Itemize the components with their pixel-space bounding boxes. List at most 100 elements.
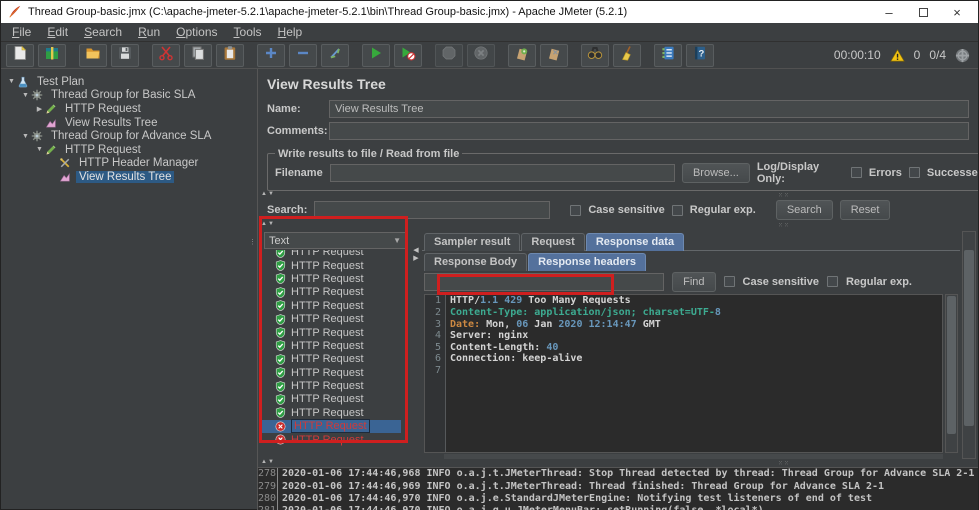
errors-checkbox[interactable] xyxy=(850,167,862,179)
response-line-text: Server: nginx xyxy=(450,330,529,342)
comments-input[interactable] xyxy=(329,122,969,141)
start-button[interactable] xyxy=(362,43,390,67)
search-button[interactable]: Search xyxy=(775,200,833,221)
jmeter-window: Thread Group-basic.jmx (C:\apache-jmeter… xyxy=(0,0,979,510)
result-item-label: HTTP Request xyxy=(291,339,364,352)
splitter-upper[interactable]: ▲▼ ⁙⁙ xyxy=(258,191,978,199)
search-button[interactable] xyxy=(581,43,609,67)
tab-request[interactable]: Request xyxy=(521,233,585,252)
result-item-success[interactable]: HTTP Request xyxy=(261,406,410,419)
name-input[interactable] xyxy=(329,100,969,119)
help-button[interactable]: ? xyxy=(686,43,714,67)
menu-item-options[interactable]: Options xyxy=(168,24,225,40)
subtab-response-body[interactable]: Response Body xyxy=(424,253,528,272)
minimize-button[interactable]: – xyxy=(872,2,906,22)
copy-button[interactable] xyxy=(184,43,212,67)
log-viewer[interactable]: 278 2020-01-06 17:44:46,968 INFO o.a.j.t.… xyxy=(258,467,978,510)
successes-checkbox[interactable] xyxy=(908,167,920,179)
menu-item-search[interactable]: Search xyxy=(76,24,130,40)
tree-item-thread-group-for-basic-sla[interactable]: ▼ Thread Group for Basic SLA xyxy=(1,89,247,103)
find-regular-exp-label: Regular exp. xyxy=(845,275,912,288)
result-item-error[interactable]: HTTP Request xyxy=(261,419,401,434)
expander-expanded-icon[interactable]: ▼ xyxy=(34,146,45,153)
splitter-collapse-icons[interactable]: ▲▼ xyxy=(261,191,275,197)
line-number: 6 xyxy=(434,353,441,365)
start-no-pauses-button[interactable] xyxy=(394,43,422,67)
log-line-text: 2020-01-06 17:44:46,969 INFO o.a.j.t.JMe… xyxy=(282,480,885,492)
result-item-success[interactable]: HTTP Request xyxy=(261,286,410,299)
scrollbar-thumb[interactable] xyxy=(947,296,956,435)
tree-item-view-results-tree[interactable]: View Results Tree xyxy=(1,170,247,184)
find-regular-exp-checkbox[interactable] xyxy=(826,276,838,288)
remote-start-all-button[interactable] xyxy=(508,43,536,67)
expander-expanded-icon[interactable]: ▼ xyxy=(20,133,31,140)
function-helper-button[interactable] xyxy=(654,43,682,67)
search-input[interactable] xyxy=(314,201,551,220)
tree-item-view-results-tree[interactable]: View Results Tree xyxy=(1,116,247,130)
result-item-success[interactable]: HTTP Request xyxy=(261,326,410,339)
reset-button[interactable]: Reset xyxy=(839,200,891,221)
paste-button[interactable] xyxy=(216,43,244,67)
expand-all-button[interactable] xyxy=(257,43,285,67)
view-mode-selector[interactable]: Text ▼ xyxy=(264,232,406,250)
tree-item-test-plan[interactable]: ▼ Test Plan xyxy=(1,75,247,89)
collapse-all-button[interactable] xyxy=(289,43,317,67)
tab-response-data[interactable]: Response data xyxy=(585,233,685,252)
splitter-collapse-icons[interactable]: ▲▼ xyxy=(261,221,275,227)
splitter-lower[interactable]: ▲▼ ⁙⁙ xyxy=(258,459,978,467)
tree-item-http-header-manager[interactable]: HTTP Header Manager xyxy=(1,157,247,171)
tree-item-http-request[interactable]: ▶ HTTP Request xyxy=(1,102,247,116)
result-item-success[interactable]: HTTP Request xyxy=(261,366,410,379)
find-case-sensitive-checkbox[interactable] xyxy=(723,276,735,288)
response-headers-editor[interactable]: 1 HTTP/1.1 429 Too Many Requests 2 Content-… xyxy=(424,294,943,454)
remote-shutdown-all-button[interactable] xyxy=(540,43,568,67)
result-item-success[interactable]: HTTP Request xyxy=(261,250,410,258)
warning-icon[interactable] xyxy=(889,48,905,63)
scrollbar-thumb[interactable] xyxy=(964,250,974,427)
shutdown-button[interactable] xyxy=(467,43,495,67)
splitter-middle[interactable]: ▲▼ ⁙⁙ xyxy=(258,221,978,229)
save-file-button[interactable] xyxy=(111,43,139,67)
menu-item-tools[interactable]: Tools xyxy=(226,24,270,40)
tree-item-thread-group-for-advance-sla[interactable]: ▼ Thread Group for Advance SLA xyxy=(1,129,247,143)
result-item-error[interactable]: HTTP Request xyxy=(261,433,410,446)
result-item-success[interactable]: HTTP Request xyxy=(261,353,410,366)
cut-button[interactable] xyxy=(152,43,180,67)
templates-button[interactable] xyxy=(38,43,66,67)
tree-item-http-request[interactable]: ▼ HTTP Request xyxy=(1,143,247,157)
panel-vertical-scrollbar[interactable] xyxy=(962,231,976,460)
menu-item-edit[interactable]: Edit xyxy=(39,24,76,40)
find-button[interactable]: Find xyxy=(672,271,716,292)
subtab-response-headers[interactable]: Response headers xyxy=(528,253,646,272)
close-button[interactable]: × xyxy=(940,2,974,22)
splitter-collapse-icons[interactable]: ▲▼ xyxy=(261,459,275,465)
new-file-button[interactable] xyxy=(6,43,34,67)
expander-expanded-icon[interactable]: ▼ xyxy=(6,78,17,85)
menu-item-file[interactable]: File xyxy=(4,24,39,40)
find-input[interactable] xyxy=(424,272,665,291)
results-detail-splitter[interactable]: ◀ ▶ xyxy=(410,229,422,459)
toggle-button[interactable] xyxy=(321,43,349,67)
expander-collapsed-icon[interactable]: ▶ xyxy=(34,105,45,113)
result-item-success[interactable]: HTTP Request xyxy=(261,393,410,406)
result-item-success[interactable]: HTTP Request xyxy=(261,272,410,285)
stop-button[interactable] xyxy=(435,43,463,67)
expander-expanded-icon[interactable]: ▼ xyxy=(20,92,31,99)
tab-sampler-result[interactable]: Sampler result xyxy=(424,233,521,252)
menu-item-run[interactable]: Run xyxy=(130,24,168,40)
result-item-success[interactable]: HTTP Request xyxy=(261,259,410,272)
browse-button[interactable]: Browse... xyxy=(681,162,750,183)
maximize-button[interactable] xyxy=(906,2,940,22)
menu-item-help[interactable]: Help xyxy=(270,24,311,40)
search-regular-exp-checkbox[interactable] xyxy=(671,204,683,216)
filename-input[interactable] xyxy=(329,163,675,182)
result-item-success[interactable]: HTTP Request xyxy=(261,339,410,352)
editor-vertical-scrollbar[interactable] xyxy=(945,294,958,454)
tree-splitter[interactable]: ⋮⋮ xyxy=(247,69,263,510)
clear-all-button[interactable] xyxy=(613,43,641,67)
result-item-success[interactable]: HTTP Request xyxy=(261,299,410,312)
open-file-button[interactable] xyxy=(79,43,107,67)
result-item-success[interactable]: HTTP Request xyxy=(261,379,410,392)
result-item-success[interactable]: HTTP Request xyxy=(261,312,410,325)
search-case-sensitive-checkbox[interactable] xyxy=(570,204,582,216)
